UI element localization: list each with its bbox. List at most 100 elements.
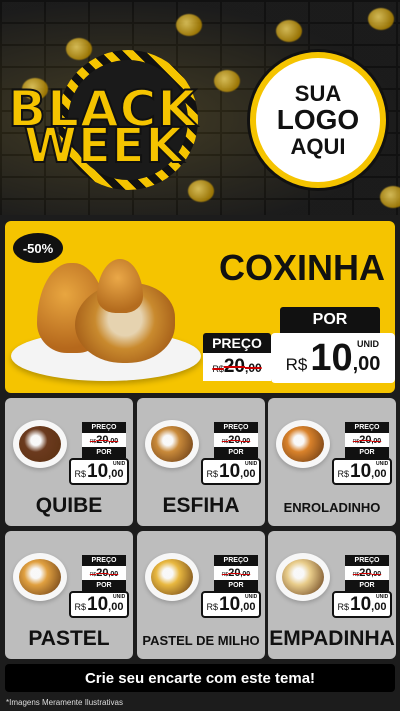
- por-label: POR: [345, 447, 389, 458]
- new-price-integer: 10: [310, 337, 353, 379]
- old-price: R$ 20,00: [345, 433, 389, 447]
- old-price-decimal: ,00: [108, 571, 119, 578]
- unit-label: UNID: [113, 461, 126, 467]
- old-price-integer: 20: [228, 434, 241, 446]
- product-card[interactable]: PREÇO R$ 20,00 POR R$ 10,00 UNID PASTEL DE MILH…: [137, 531, 265, 659]
- new-price-decimal: ,00: [240, 601, 256, 613]
- preco-label: PREÇO: [345, 422, 389, 433]
- new-price-decimal: ,00: [371, 468, 387, 480]
- preco-label: PREÇO: [82, 422, 126, 433]
- new-price-decimal: ,00: [240, 468, 256, 480]
- product-image: [282, 426, 324, 462]
- coin-decoration: [188, 180, 214, 202]
- old-price: R$ 20,00: [82, 433, 126, 447]
- preco-label: PREÇO: [345, 555, 389, 566]
- old-price: R$ 20,00: [214, 433, 258, 447]
- old-price-decimal: ,00: [240, 571, 251, 578]
- currency-symbol: R$: [212, 364, 224, 374]
- old-price: R$ 20,00: [345, 566, 389, 580]
- product-name: ENROLADINHO: [283, 500, 381, 515]
- product-image: [151, 559, 193, 595]
- product-card[interactable]: PREÇO R$ 20,00 POR R$ 10,00 UNID ESFIHA: [137, 398, 265, 526]
- old-price-decimal: ,00: [244, 361, 262, 375]
- old-price-integer: 20: [96, 567, 109, 579]
- currency-symbol: R$: [74, 469, 87, 479]
- product-name: EMPADINHA: [269, 627, 395, 650]
- new-price-integer: 10: [87, 594, 109, 615]
- por-label: POR: [214, 447, 258, 458]
- old-price-decimal: ,00: [371, 438, 382, 445]
- unit-label: UNID: [376, 461, 389, 467]
- old-price-integer: 20: [223, 356, 245, 377]
- coxinha-image: [97, 259, 143, 313]
- old-price-integer: 20: [359, 567, 372, 579]
- unit-label: UNID: [245, 594, 258, 600]
- old-price: R$ 20,00: [82, 566, 126, 580]
- old-price: R$ 20,00: [214, 566, 258, 580]
- discount-badge: -50%: [13, 233, 63, 263]
- currency-symbol: R$: [206, 602, 219, 612]
- old-price-integer: 20: [359, 434, 372, 446]
- new-price-decimal: ,00: [108, 468, 124, 480]
- new-price-decimal: ,00: [352, 353, 381, 375]
- old-price-integer: 20: [228, 567, 241, 579]
- currency-symbol: R$: [337, 469, 350, 479]
- old-price-integer: 20: [96, 434, 109, 446]
- currency-symbol: R$: [285, 355, 308, 374]
- title-week: WEEK: [23, 117, 184, 175]
- coin-decoration: [176, 14, 202, 36]
- unit-label: UNID: [376, 594, 389, 600]
- preco-label: PREÇO: [214, 555, 258, 566]
- old-price-decimal: ,00: [240, 438, 251, 445]
- new-price-integer: 10: [350, 594, 372, 615]
- cta-banner[interactable]: Crie seu encarte com este tema!: [5, 664, 395, 692]
- product-image: [19, 559, 61, 595]
- currency-symbol: R$: [337, 602, 350, 612]
- product-name: QUIBE: [35, 494, 103, 517]
- product-image: [19, 426, 61, 462]
- product-card[interactable]: PREÇO R$ 20,00 POR R$ 10,00 UNID QUIBE: [5, 398, 133, 526]
- logo-text-line2: LOGO: [276, 104, 360, 136]
- unit-label: UNID: [113, 594, 126, 600]
- coin-decoration: [214, 70, 240, 92]
- product-card[interactable]: PREÇO R$ 20,00 POR R$ 10,00 UNID PASTEL: [5, 531, 133, 659]
- old-price-decimal: ,00: [108, 438, 119, 445]
- por-label: POR: [82, 580, 126, 591]
- coin-decoration: [276, 20, 302, 42]
- por-label: POR: [345, 580, 389, 591]
- old-price: R$ 20,00: [203, 353, 271, 381]
- product-card[interactable]: PREÇO R$ 20,00 POR R$ 10,00 UNID EMPADINHA: [268, 531, 396, 659]
- logo-text-line3: AQUI: [290, 133, 346, 159]
- product-name: ESFIHA: [162, 494, 240, 517]
- product-card[interactable]: PREÇO R$ 20,00 POR R$ 10,00 UNID ENROLADINHO: [268, 398, 396, 526]
- new-price-decimal: ,00: [371, 601, 387, 613]
- coin-decoration: [380, 186, 400, 208]
- coin-decoration: [66, 38, 92, 60]
- coin-decoration: [368, 8, 394, 30]
- product-name: PASTEL: [28, 627, 110, 650]
- logo-placeholder[interactable]: SUA LOGO AQUI: [250, 52, 386, 188]
- preco-label: PREÇO: [214, 422, 258, 433]
- new-price-decimal: ,00: [108, 601, 124, 613]
- product-name: PASTEL DE MILHO: [142, 633, 260, 648]
- currency-symbol: R$: [74, 602, 87, 612]
- unit-label: UNID: [245, 461, 258, 467]
- old-price-decimal: ,00: [371, 571, 382, 578]
- new-price-integer: 10: [219, 461, 241, 482]
- por-label: POR: [214, 580, 258, 591]
- preco-label: PREÇO: [203, 333, 271, 353]
- featured-product-name: COXINHA: [218, 247, 385, 288]
- hero-banner: BLACK WEEK SUA LOGO AQUI: [0, 0, 400, 215]
- product-image: [282, 559, 324, 595]
- currency-symbol: R$: [206, 469, 219, 479]
- logo-text-line1: SUA: [294, 81, 342, 107]
- product-image: [151, 426, 193, 462]
- por-label: POR: [82, 447, 126, 458]
- por-label: POR: [280, 307, 380, 333]
- new-price-integer: 10: [350, 461, 372, 482]
- preco-label: PREÇO: [82, 555, 126, 566]
- featured-product[interactable]: -50% COXINHA POR PREÇO R$ 20,00 R$ 10,00 U…: [5, 221, 395, 393]
- new-price-integer: 10: [87, 461, 109, 482]
- disclaimer-text: *Imagens Meramente Ilustrativas: [6, 698, 123, 707]
- unit-label: UNID: [357, 339, 379, 349]
